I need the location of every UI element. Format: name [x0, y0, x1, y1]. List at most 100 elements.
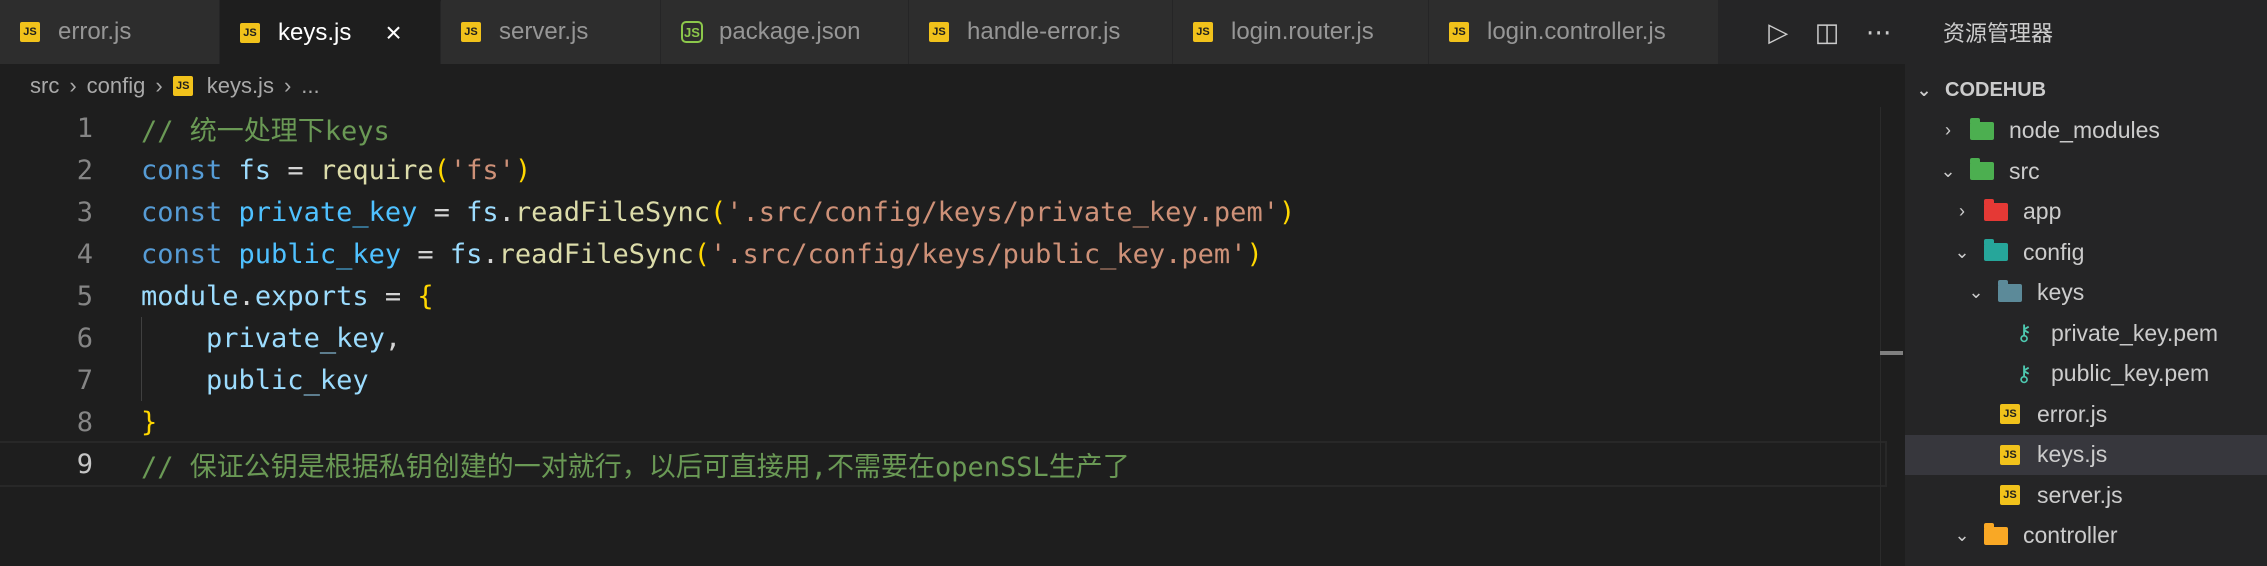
code-line: 4 const public_key = fs.readFileSync('.s…: [0, 233, 1885, 275]
chevron-right-icon: ›: [69, 73, 77, 98]
tree-item-label: app: [2023, 198, 2062, 225]
tree-item-private-key[interactable]: ⚷ private_key.pem: [1905, 313, 2267, 354]
tree-item-label: error.js: [2037, 400, 2108, 427]
chevron-down-icon: ⌄: [1954, 241, 1970, 262]
tab-server-js[interactable]: JS server.js: [441, 0, 661, 64]
nodejs-icon: JS: [681, 21, 703, 43]
vertical-scrollbar[interactable]: [1880, 107, 1881, 566]
overview-ruler-marker: [1880, 351, 1903, 355]
explorer-sidebar: 资源管理器 ⌄ CODEHUB › node_modules ⌄ src › a…: [1905, 0, 2267, 566]
line-number: 1: [76, 112, 93, 144]
more-actions-icon[interactable]: ⋯: [1866, 17, 1892, 48]
line-number: 8: [76, 406, 93, 438]
tab-label: server.js: [499, 18, 589, 45]
split-editor-icon[interactable]: ◫: [1815, 17, 1840, 48]
chevron-down-icon: ⌄: [1954, 525, 1970, 546]
chevron-right-icon: ›: [1945, 120, 1951, 141]
close-icon[interactable]: ×: [385, 19, 401, 47]
line-number: 7: [76, 364, 93, 396]
breadcrumb-config[interactable]: config: [87, 73, 146, 99]
object-name: fs: [449, 238, 483, 270]
tab-package-json[interactable]: JS package.json: [661, 0, 909, 64]
workspace-root-label: CODEHUB: [1945, 78, 2047, 101]
tree-item-label: public_key.pem: [2051, 360, 2210, 387]
operator: =: [271, 154, 320, 186]
tab-keys-js[interactable]: JS keys.js ×: [220, 0, 441, 64]
tree-item-label: config: [2023, 238, 2085, 265]
tree-item-public-key[interactable]: ⚷ public_key.pem: [1905, 354, 2267, 395]
folder-open-icon: [1970, 158, 1994, 181]
indent-guide: [141, 359, 142, 401]
js-file-icon: JS: [2000, 404, 2020, 425]
code-editor[interactable]: 1 // 统一处理下keys 2 const fs = require('fs'…: [0, 107, 1887, 487]
tree-item-config[interactable]: ⌄ config: [1905, 232, 2267, 273]
tree-item-label: controller: [2023, 522, 2118, 549]
function-name: readFileSync: [498, 238, 694, 270]
line-number: 2: [76, 154, 93, 186]
chevron-right-icon: ›: [283, 73, 292, 98]
run-icon[interactable]: ▷: [1768, 17, 1788, 48]
editor-area: JS error.js JS keys.js × JS server.js JS…: [0, 0, 1905, 566]
tree-item-server-js[interactable]: JS server.js: [1905, 475, 2267, 516]
tree-item-controller[interactable]: ⌄ controller: [1905, 516, 2267, 557]
editor-actions: ▷ ◫ ⋯: [1755, 0, 1905, 64]
line-number: 3: [76, 196, 93, 228]
tree-item-src[interactable]: ⌄ src: [1905, 151, 2267, 192]
function-name: readFileSync: [514, 196, 710, 228]
tab-login-router-js[interactable]: JS login.router.js: [1173, 0, 1429, 64]
folder-open-icon: [1984, 239, 2008, 262]
tree-item-node-modules[interactable]: › node_modules: [1905, 111, 2267, 152]
js-file-icon: JS: [172, 76, 193, 96]
tab-label: keys.js: [278, 19, 352, 46]
tree-item-label: src: [2009, 157, 2040, 184]
code-line: 6 private_key,: [0, 317, 1885, 359]
string-literal: '.src/config/keys/private_key.pem': [726, 196, 1279, 228]
keyword: const: [141, 154, 223, 186]
chevron-down-icon: ⌄: [1968, 282, 1984, 303]
module-keyword: module: [141, 280, 239, 312]
folder-open-icon: [1998, 279, 2022, 302]
tab-label: package.json: [719, 18, 861, 45]
code-line: 7 public_key: [0, 359, 1885, 401]
file-tree: ⌄ CODEHUB › node_modules ⌄ src › app ⌄ c…: [1905, 70, 2267, 556]
variable: public_key: [238, 238, 402, 270]
exports-property: exports: [254, 280, 369, 312]
property: public_key: [206, 364, 369, 396]
tree-item-error-js[interactable]: JS error.js: [1905, 394, 2267, 435]
js-file-icon: JS: [1193, 22, 1213, 42]
line-number: 4: [76, 238, 93, 270]
tree-item-keys[interactable]: ⌄ keys: [1905, 273, 2267, 314]
string-literal: 'fs': [449, 154, 515, 186]
line-number: 5: [76, 280, 93, 312]
key-icon: ⚷: [2015, 320, 2033, 346]
variable: private_key: [238, 196, 418, 228]
key-icon: ⚷: [2015, 360, 2033, 386]
tree-item-app[interactable]: › app: [1905, 192, 2267, 233]
variable: fs: [238, 154, 272, 186]
breadcrumb: src › config › JS keys.js › ...: [30, 64, 320, 108]
chevron-down-icon: ⌄: [1916, 79, 1932, 100]
tree-item-keys-js[interactable]: JS keys.js: [1905, 434, 2267, 475]
workspace-root[interactable]: ⌄ CODEHUB: [1905, 70, 2267, 111]
tab-error-js[interactable]: JS error.js: [0, 0, 220, 64]
tab-label: login.router.js: [1231, 18, 1374, 45]
breadcrumb-src[interactable]: src: [30, 73, 59, 99]
tab-login-controller-js[interactable]: JS login.controller.js: [1429, 0, 1719, 64]
js-file-icon: JS: [461, 22, 481, 42]
folder-open-icon: [1984, 522, 2008, 545]
chevron-right-icon: ›: [1959, 201, 1965, 222]
function-name: require: [319, 154, 434, 186]
code-comment: // 保证公钥是根据私钥创建的一对就行，以后可直接用,不需要在openSSL生产…: [141, 451, 1130, 483]
folder-icon: [1984, 198, 2008, 221]
breadcrumb-file[interactable]: keys.js: [207, 73, 274, 99]
tab-label: error.js: [58, 18, 132, 45]
tab-handle-error-js[interactable]: JS handle-error.js: [909, 0, 1173, 64]
explorer-title: 资源管理器: [1943, 21, 2054, 46]
tree-item-label: server.js: [2037, 481, 2123, 508]
js-file-icon: JS: [20, 22, 40, 42]
chevron-right-icon: ›: [155, 73, 163, 98]
keyword: const: [141, 238, 223, 270]
indent-guide: [141, 317, 142, 359]
code-comment: // 统一处理下keys: [141, 115, 390, 147]
breadcrumb-symbol[interactable]: ...: [301, 73, 319, 99]
